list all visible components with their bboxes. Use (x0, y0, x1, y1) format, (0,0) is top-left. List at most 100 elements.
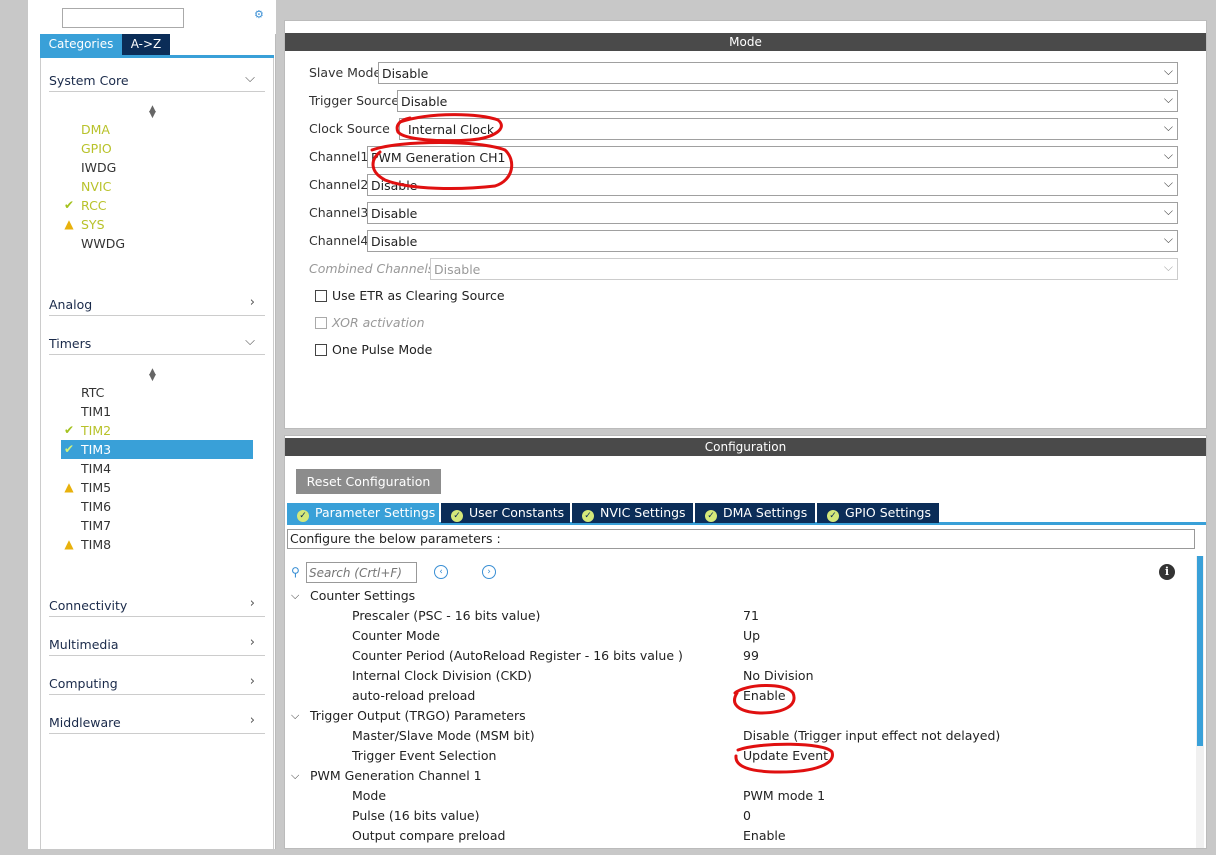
sidebar-item-nvic[interactable]: NVIC (61, 177, 253, 196)
warning-icon: ▲ (64, 217, 74, 231)
sidebar-item-sys[interactable]: ▲ SYS (61, 215, 253, 234)
field-label: Combined Channels (309, 261, 435, 276)
sidebar-item-tim3[interactable]: ✔ TIM3 (61, 440, 253, 459)
param-name: Mode (352, 788, 387, 803)
warning-icon: ▲ (64, 537, 74, 551)
vertical-scrollbar[interactable] (1196, 556, 1204, 848)
section-label: Analog (49, 297, 93, 312)
tab-gpio-settings[interactable]: ✓ GPIO Settings (817, 503, 939, 523)
select-value: Disable (371, 206, 418, 221)
parameter-search-input[interactable] (306, 562, 417, 583)
section-timers[interactable]: Timers ⌵ (49, 333, 265, 355)
param-row[interactable]: Trigger Event Selection Update Event (285, 746, 1185, 766)
param-value[interactable]: Enable (743, 826, 786, 846)
param-value[interactable]: 0 (743, 806, 751, 826)
reset-configuration-button[interactable]: Reset Configuration (296, 469, 441, 494)
param-value[interactable]: No Division (743, 666, 814, 686)
channel2-select[interactable]: Disable ⌵ (367, 174, 1178, 196)
param-value[interactable]: 99 (743, 646, 759, 666)
section-connectivity[interactable]: Connectivity › (49, 595, 265, 617)
sidebar-item-tim2[interactable]: ✔ TIM2 (61, 421, 253, 440)
chevron-right-icon: › (249, 596, 255, 611)
param-value[interactable]: Disable (Trigger input effect not delaye… (743, 726, 1000, 746)
checkbox-box[interactable] (315, 290, 327, 302)
chevron-right-icon: › (249, 635, 255, 650)
gear-icon[interactable]: ⚙ (254, 9, 266, 20)
check-circle-icon: ✓ (705, 510, 717, 522)
checkbox-box[interactable] (315, 344, 327, 356)
section-system-core[interactable]: System Core ⌵ (49, 70, 265, 92)
peripheral-search-input[interactable] (62, 8, 184, 28)
param-row[interactable]: Counter Mode Up (285, 626, 1185, 646)
sidebar-item-dma[interactable]: DMA (61, 120, 253, 139)
previous-match-icon[interactable]: ‹ (434, 565, 448, 579)
channel1-select[interactable]: PWM Generation CH1 ⌵ (367, 146, 1178, 168)
warning-icon: ▲ (64, 480, 74, 494)
section-computing[interactable]: Computing › (49, 673, 265, 695)
param-name: Pulse (16 bits value) (352, 808, 480, 823)
sidebar-item-tim8[interactable]: ▲ TIM8 (61, 535, 253, 554)
info-icon[interactable]: i (1159, 564, 1175, 580)
section-label: Computing (49, 676, 118, 691)
param-row[interactable]: Internal Clock Division (CKD) No Division (285, 666, 1185, 686)
item-label: DMA (81, 122, 110, 137)
param-value[interactable]: 71 (743, 606, 759, 626)
sidebar-item-wwdg[interactable]: WWDG (61, 234, 253, 253)
sidebar-item-tim4[interactable]: TIM4 (61, 459, 253, 478)
tab-user-constants[interactable]: ✓ User Constants (441, 503, 570, 523)
sidebar-item-rtc[interactable]: RTC (61, 383, 253, 402)
clock-source-select[interactable]: Internal Clock ⌵ (399, 118, 1178, 140)
configure-hint: Configure the below parameters : (287, 529, 1195, 549)
channel3-select[interactable]: Disable ⌵ (367, 202, 1178, 224)
item-label: TIM3 (81, 442, 112, 457)
param-value[interactable]: Update Event (743, 746, 828, 766)
section-multimedia[interactable]: Multimedia › (49, 634, 265, 656)
section-analog[interactable]: Analog › (49, 294, 265, 316)
sidebar-item-tim6[interactable]: TIM6 (61, 497, 253, 516)
param-value[interactable]: Up (743, 626, 760, 646)
field-label: Channel4 (309, 233, 369, 248)
param-row[interactable]: Prescaler (PSC - 16 bits value) 71 (285, 606, 1185, 626)
param-row[interactable]: Mode PWM mode 1 (285, 786, 1185, 806)
main-area: Mode Slave Mode Disable ⌵ Trigger Source … (284, 20, 1207, 849)
next-match-icon[interactable]: › (482, 565, 496, 579)
chevron-down-icon: ⌵ (291, 709, 300, 722)
trigger-source-select[interactable]: Disable ⌵ (397, 90, 1178, 112)
tab-a-to-z[interactable]: A->Z (122, 34, 170, 55)
field-label: Channel1 (309, 149, 369, 164)
sidebar-item-tim7[interactable]: TIM7 (61, 516, 253, 535)
sidebar-item-rcc[interactable]: ✔ RCC (61, 196, 253, 215)
param-name: auto-reload preload (352, 688, 476, 703)
param-value[interactable]: PWM mode 1 (743, 786, 825, 806)
section-label: Timers (49, 336, 92, 351)
field-label: Channel3 (309, 205, 369, 220)
tab-label: GPIO Settings (845, 505, 931, 520)
section-middleware[interactable]: Middleware › (49, 712, 265, 734)
sidebar-item-gpio[interactable]: GPIO (61, 139, 253, 158)
sidebar-item-tim1[interactable]: TIM1 (61, 402, 253, 421)
scrollbar-thumb[interactable] (1197, 556, 1203, 746)
check-icon: ✔ (63, 442, 75, 456)
sort-icon[interactable]: ▲ ▼ (149, 105, 156, 120)
chevron-down-icon: ⌵ (245, 334, 255, 349)
tab-parameter-settings[interactable]: ✓ Parameter Settings (287, 503, 439, 523)
slave-mode-select[interactable]: Disable ⌵ (378, 62, 1178, 84)
param-row[interactable]: Pulse (16 bits value) 0 (285, 806, 1185, 826)
category-tabs: Categories A->Z (40, 34, 274, 58)
tab-categories[interactable]: Categories (40, 34, 122, 55)
select-value: Disable (434, 262, 481, 277)
param-row[interactable]: Counter Period (AutoReload Register - 16… (285, 646, 1185, 666)
channel4-select[interactable]: Disable ⌵ (367, 230, 1178, 252)
param-row[interactable]: Master/Slave Mode (MSM bit) Disable (Trig… (285, 726, 1185, 746)
sidebar-item-iwdg[interactable]: IWDG (61, 158, 253, 177)
tab-dma-settings[interactable]: ✓ DMA Settings (695, 503, 815, 523)
sort-icon[interactable]: ▲ ▼ (149, 368, 156, 383)
param-value[interactable]: Enable (743, 686, 786, 706)
item-label: RTC (81, 385, 105, 400)
sidebar-item-tim5[interactable]: ▲ TIM5 (61, 478, 253, 497)
param-row[interactable]: auto-reload preload Enable (285, 686, 1185, 706)
param-row[interactable]: Output compare preload Enable (285, 826, 1185, 846)
tab-nvic-settings[interactable]: ✓ NVIC Settings (572, 503, 693, 523)
item-label: IWDG (81, 160, 117, 175)
parameter-tree: ⌵ Counter Settings Prescaler (PSC - 16 bi… (285, 586, 1190, 848)
